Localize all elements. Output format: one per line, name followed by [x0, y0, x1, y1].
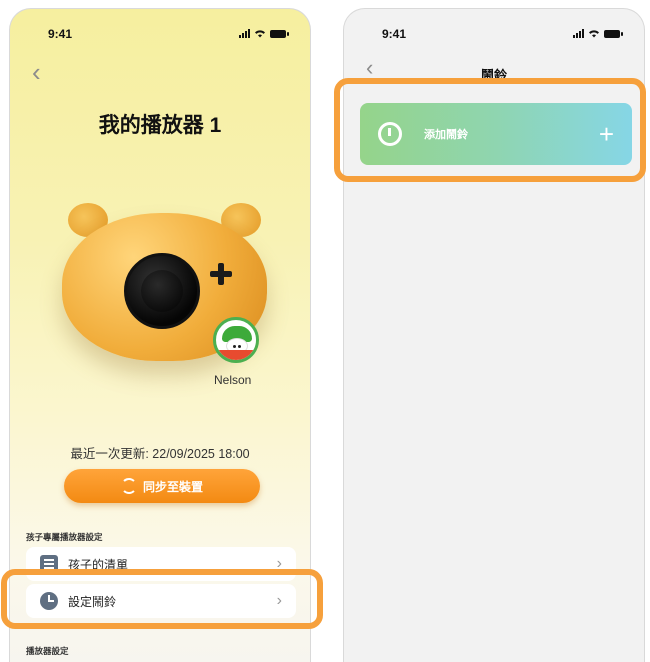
- back-chevron-icon[interactable]: ‹: [32, 59, 41, 85]
- highlight-add-alarm: [334, 78, 646, 182]
- section-label-child-settings: 孩子專屬播放器設定: [26, 532, 103, 542]
- signal-icon: [239, 29, 250, 38]
- last-updated-text: 最近一次更新: 22/09/2025 18:00: [70, 447, 250, 461]
- status-icons: [239, 29, 289, 38]
- signal-icon: [573, 29, 584, 38]
- battery-icon: [604, 29, 623, 38]
- canvas: 9:41 ‹ 我的播放器 1 Nelson 最近一次更新: 22/09/2025…: [0, 0, 650, 662]
- status-bar: 9:41: [344, 25, 644, 45]
- player-screen: 9:41 ‹ 我的播放器 1 Nelson 最近一次更新: 22/09/2025…: [9, 8, 311, 662]
- status-time: 9:41: [48, 27, 73, 41]
- battery-icon: [270, 29, 289, 38]
- section-label-player-settings: 播放器設定: [26, 646, 69, 656]
- speaker-dial: [124, 253, 200, 329]
- status-bar: 9:41: [10, 25, 310, 45]
- status-time: 9:41: [382, 27, 407, 41]
- status-icons: [573, 29, 623, 38]
- wifi-icon: [589, 30, 599, 38]
- child-name: Nelson: [214, 373, 252, 387]
- sync-icon: [120, 478, 137, 494]
- wifi-icon: [255, 30, 265, 38]
- sync-to-device-button[interactable]: 同步至裝置: [64, 469, 260, 503]
- page-title: 我的播放器 1: [98, 114, 222, 137]
- highlight-set-alarm: [1, 569, 323, 629]
- speaker-plus-button: [210, 263, 232, 285]
- sync-button-label: 同步至裝置: [142, 479, 203, 494]
- child-avatar[interactable]: [213, 317, 259, 363]
